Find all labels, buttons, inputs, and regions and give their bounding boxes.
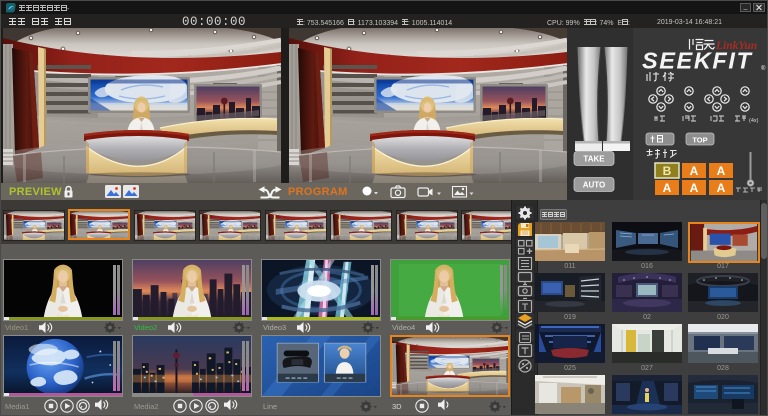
svg-text:A: A: [717, 164, 726, 178]
svg-text:SEEKFIT: SEEKFIT: [642, 48, 752, 74]
svg-text:TOP: TOP: [692, 136, 707, 145]
svg-text:®: ®: [761, 65, 766, 72]
svg-text:A: A: [717, 181, 726, 195]
svg-text:AUTO: AUTO: [583, 181, 606, 190]
svg-text:A: A: [690, 164, 699, 178]
svg-text:A: A: [690, 181, 699, 195]
svg-text:(4x): (4x): [749, 118, 759, 124]
svg-text:TAKE: TAKE: [583, 155, 605, 164]
svg-text:A: A: [663, 181, 672, 195]
svg-text:B: B: [663, 164, 672, 178]
